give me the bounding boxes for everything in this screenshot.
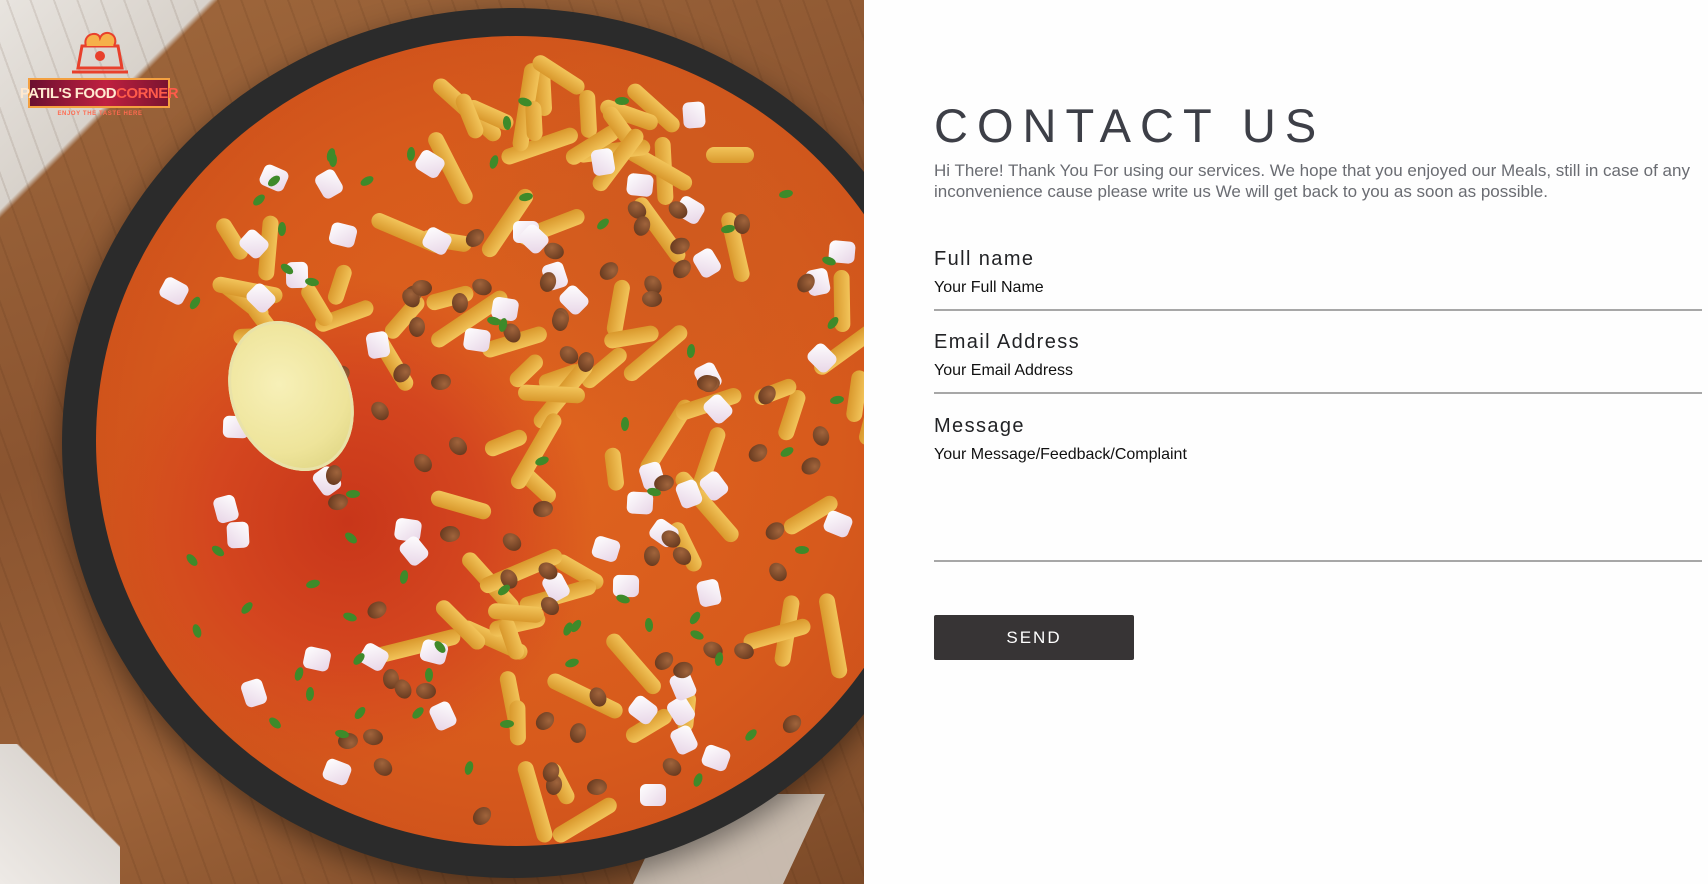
onion-piece bbox=[462, 327, 492, 353]
sev-strand bbox=[578, 89, 598, 139]
logo-name: PATIL'S FOODCORNER bbox=[19, 84, 179, 102]
hero-food-image: PATIL'S FOODCORNER ENJOY THE TASTE HERE bbox=[0, 0, 864, 884]
chef-hat-icon bbox=[72, 31, 128, 74]
contact-panel: CONTACT US Hi There! Thank You For using… bbox=[864, 0, 1708, 884]
full-name-group: Full name bbox=[934, 248, 1702, 311]
onion-piece bbox=[681, 100, 706, 129]
coriander-leaf bbox=[424, 667, 433, 682]
email-label: Email Address bbox=[934, 331, 1081, 353]
coriander-leaf bbox=[277, 221, 286, 236]
logo-banner: PATIL'S FOODCORNER bbox=[20, 78, 179, 108]
full-name-label: Full name bbox=[934, 248, 1035, 270]
onion-piece bbox=[639, 784, 666, 807]
onion-piece bbox=[626, 173, 655, 198]
full-name-input[interactable] bbox=[934, 271, 1702, 311]
coriander-leaf bbox=[614, 96, 629, 105]
onion-piece bbox=[226, 521, 250, 549]
send-button[interactable]: SEND bbox=[934, 615, 1134, 660]
sev-strand bbox=[705, 146, 755, 163]
onion-piece bbox=[590, 147, 617, 177]
message-group: Message bbox=[934, 415, 1702, 562]
message-textarea[interactable] bbox=[934, 438, 1702, 562]
email-input[interactable] bbox=[934, 354, 1702, 394]
brand-logo[interactable]: PATIL'S FOODCORNER ENJOY THE TASTE HERE bbox=[20, 28, 179, 124]
onion-piece bbox=[365, 330, 391, 360]
contact-page: PATIL'S FOODCORNER ENJOY THE TASTE HERE … bbox=[0, 0, 1708, 884]
coriander-leaf bbox=[620, 416, 630, 432]
email-group: Email Address bbox=[934, 331, 1702, 394]
sev-strand bbox=[517, 383, 586, 404]
page-title: CONTACT US bbox=[934, 99, 1326, 152]
message-label: Message bbox=[934, 415, 1025, 437]
logo-tagline: ENJOY THE TASTE HERE bbox=[57, 111, 143, 117]
marble-surface bbox=[0, 744, 120, 884]
coriander-leaf bbox=[795, 545, 810, 554]
contact-intro-text: Hi There! Thank You For using our servic… bbox=[934, 161, 1690, 201]
